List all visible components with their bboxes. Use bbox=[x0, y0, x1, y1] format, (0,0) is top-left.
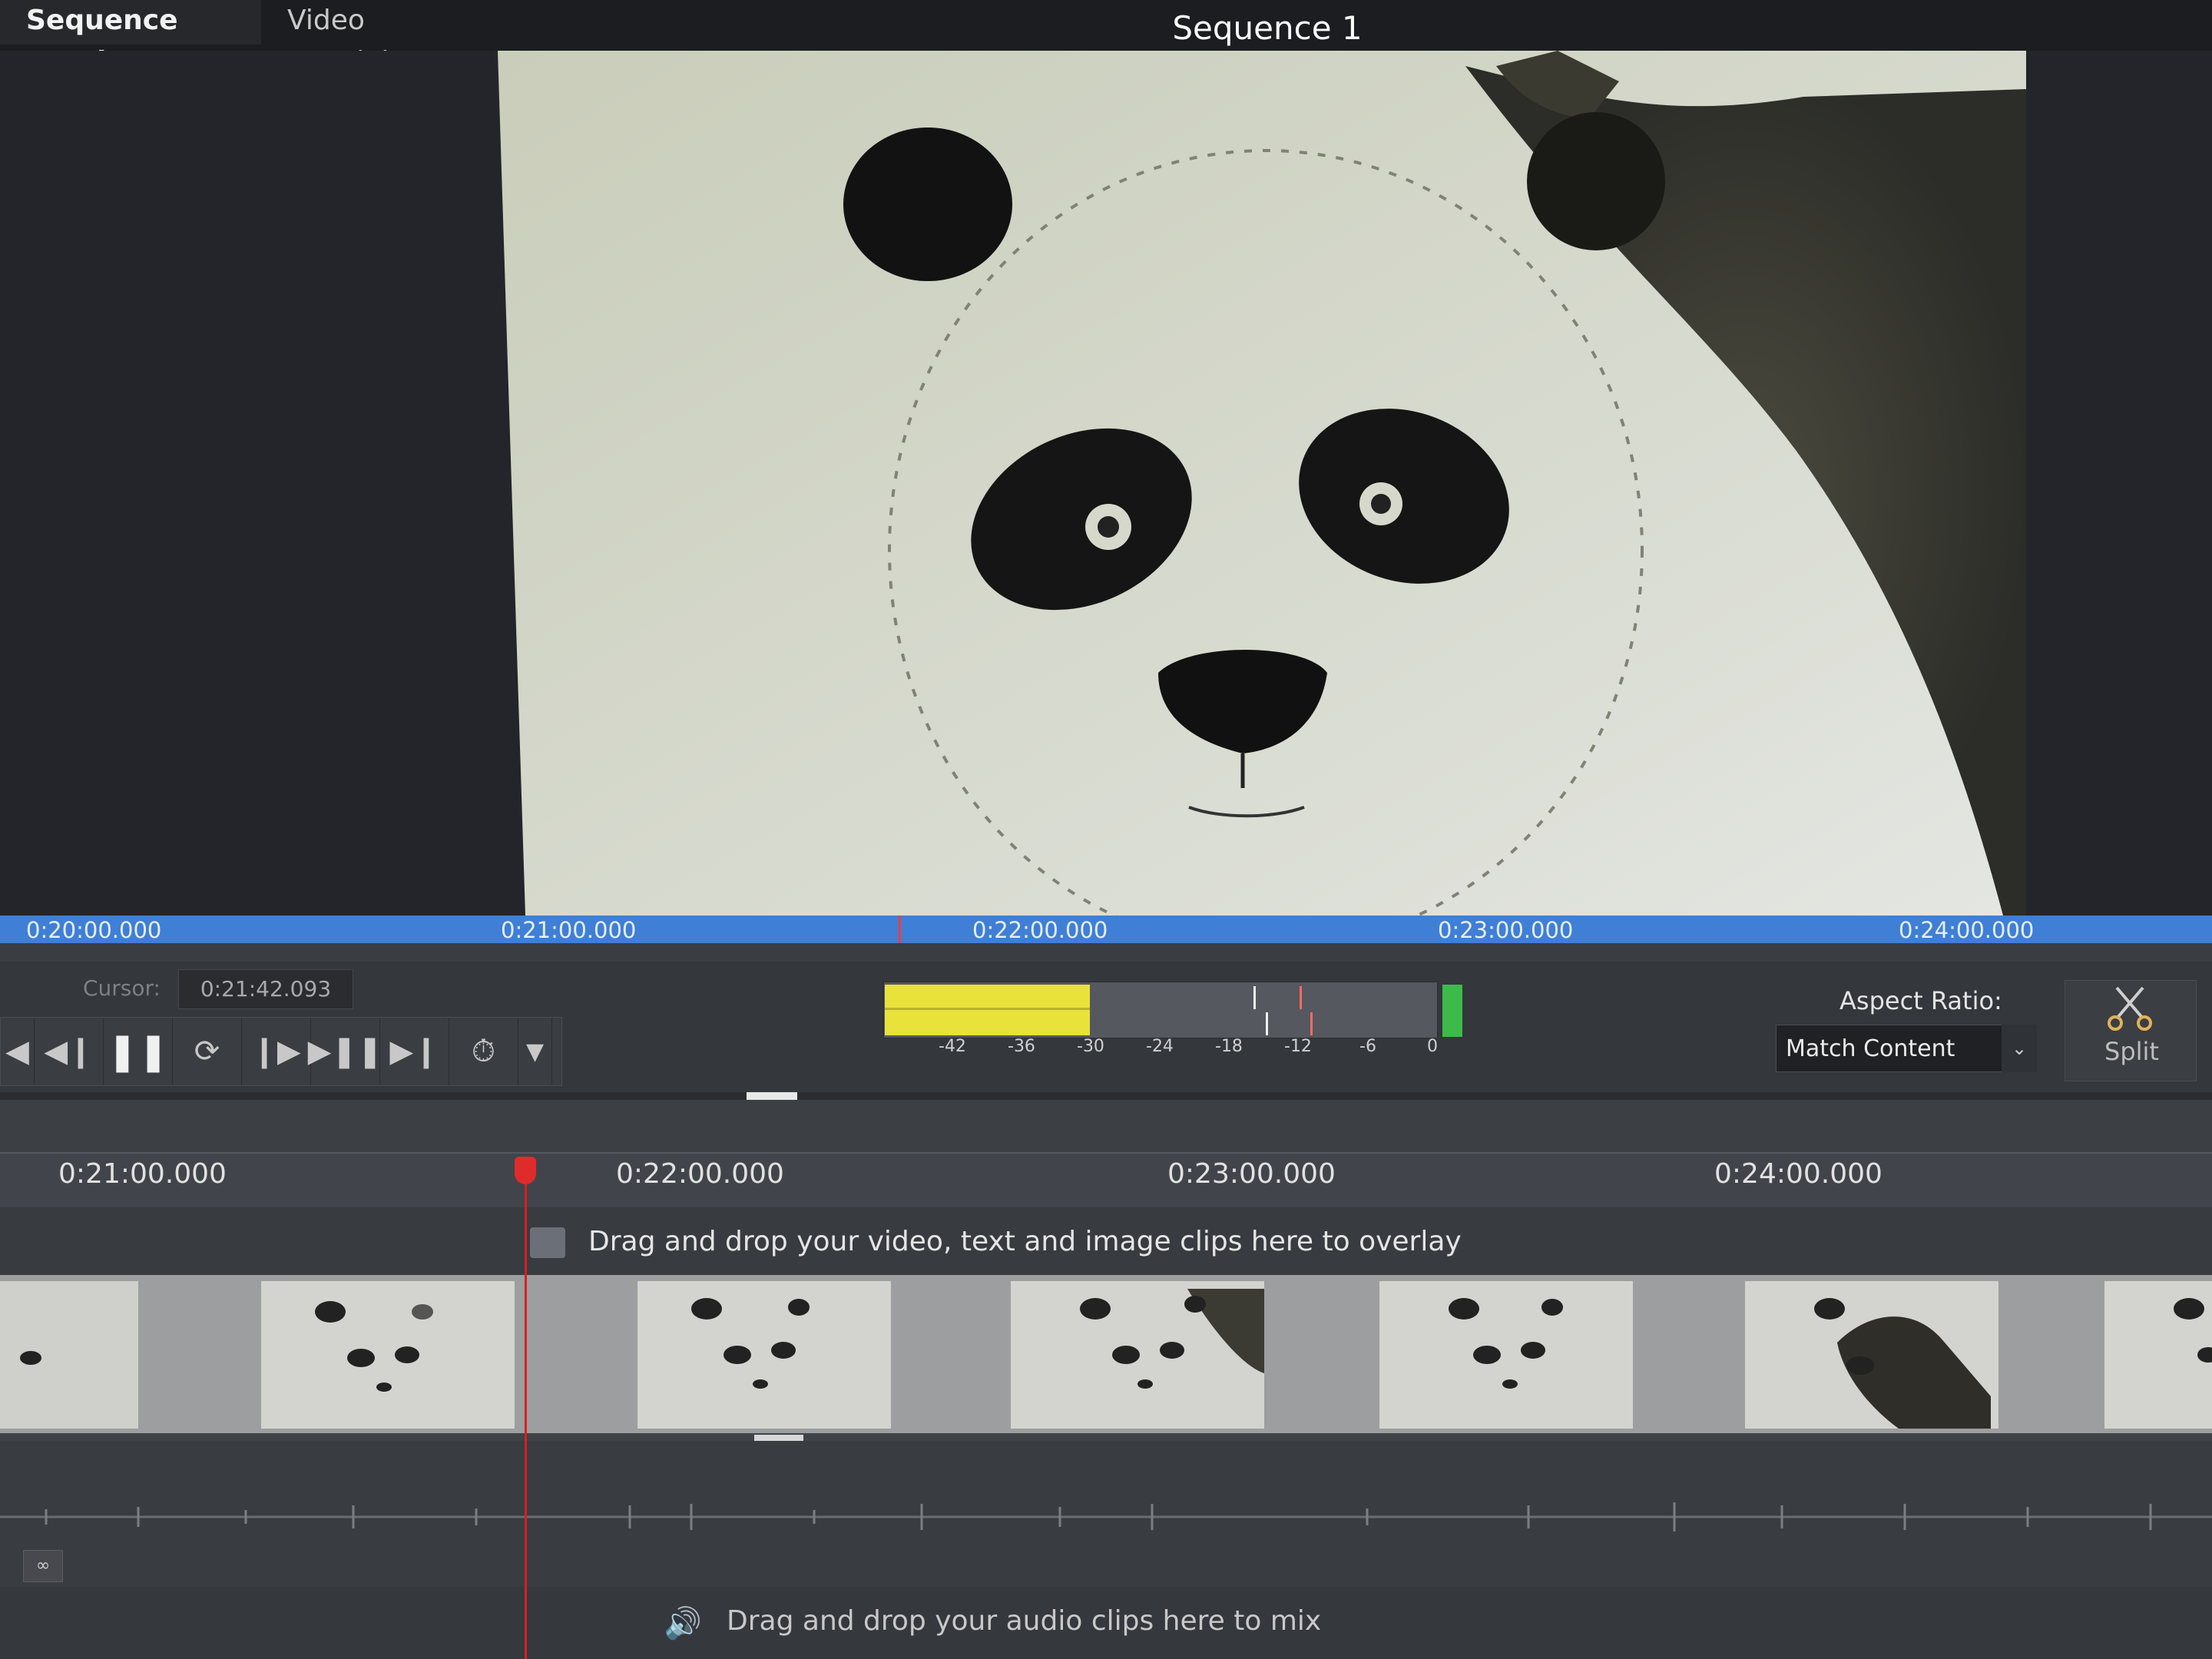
meter-label: -30 bbox=[1077, 1037, 1104, 1056]
video-thumbnail[interactable] bbox=[0, 1281, 138, 1429]
tab-video-tutorials[interactable]: Video Tutorials× bbox=[269, 0, 515, 78]
meter-peak-marker bbox=[1300, 986, 1302, 1009]
cursor-label: Cursor: bbox=[83, 975, 161, 1001]
meter-peak-marker bbox=[1253, 986, 1256, 1009]
step-back-icon[interactable]: ◀❙ bbox=[35, 1018, 104, 1085]
play-to-end-icon[interactable]: ▶❚❚ bbox=[308, 1018, 382, 1085]
timeline-ruler-label: 0:22:00.000 bbox=[616, 1158, 784, 1190]
video-thumbnail[interactable] bbox=[2104, 1281, 2212, 1429]
transport-controls: ◀ ◀❙ ❚❚ ⟳ ❙▶ ▶❚❚ ▶❙ ⏱ ▼ bbox=[0, 1017, 562, 1086]
video-preview bbox=[498, 51, 2026, 916]
split-label: Split bbox=[2104, 1037, 2159, 1066]
image-icon bbox=[530, 1227, 565, 1258]
video-thumbnail[interactable] bbox=[637, 1281, 891, 1429]
dropdown-icon[interactable]: ▼ bbox=[518, 1018, 552, 1085]
meter-label: 0 bbox=[1427, 1037, 1438, 1056]
panel-resize-handle[interactable] bbox=[747, 1092, 797, 1100]
ruler-label: 0:24:00.000 bbox=[1899, 917, 2035, 943]
tab-sequence-preview[interactable]: Sequence Preview bbox=[0, 0, 261, 78]
chevron-down-icon[interactable]: ⌄ bbox=[2002, 1025, 2037, 1072]
audio-waveform bbox=[0, 1502, 2212, 1532]
video-thumbnail[interactable] bbox=[261, 1281, 515, 1429]
sequence-title: Sequence 1 bbox=[1172, 9, 1363, 47]
link-icon[interactable]: ∞ bbox=[23, 1550, 63, 1582]
meter-divider bbox=[885, 1008, 1091, 1010]
meter-clip-indicator bbox=[1442, 985, 1462, 1037]
skip-end-icon[interactable]: ▶❙ bbox=[380, 1018, 449, 1085]
timeline-ruler-label: 0:24:00.000 bbox=[1714, 1158, 1883, 1190]
ruler-scrollbar[interactable] bbox=[0, 943, 2212, 962]
playhead-handle[interactable] bbox=[515, 1157, 536, 1184]
pause-icon[interactable]: ❚❚ bbox=[104, 1018, 173, 1085]
step-forward-icon[interactable]: ❙▶ bbox=[242, 1018, 311, 1085]
track-resize-handle[interactable] bbox=[754, 1435, 803, 1441]
audio-track-hint: Drag and drop your audio clips here to m… bbox=[727, 1605, 1322, 1637]
timeline-ruler-label: 0:23:00.000 bbox=[1167, 1158, 1336, 1190]
meter-label: -42 bbox=[939, 1037, 966, 1056]
skip-back-icon[interactable]: ◀ bbox=[1, 1018, 35, 1085]
aspect-ratio-select[interactable]: Match Content bbox=[1776, 1025, 2037, 1072]
video-thumbnail[interactable] bbox=[1745, 1281, 1998, 1429]
track-divider bbox=[0, 1433, 2212, 1441]
speed-icon[interactable]: ⏱ bbox=[449, 1018, 518, 1085]
aspect-ratio-label: Aspect Ratio: bbox=[1839, 986, 2002, 1015]
overlay-track-hint: Drag and drop your video, text and image… bbox=[588, 1226, 1462, 1257]
playhead-line bbox=[525, 1183, 527, 1659]
cursor-time-field[interactable]: 0:21:42.093 bbox=[178, 969, 353, 1009]
ruler-label: 0:20:00.000 bbox=[26, 917, 162, 943]
meter-label: -36 bbox=[1008, 1037, 1035, 1056]
meter-label: -12 bbox=[1284, 1037, 1312, 1056]
timeline-header bbox=[0, 1100, 2212, 1152]
video-thumbnail[interactable] bbox=[1011, 1281, 1264, 1429]
timeline-ruler-label: 0:21:00.000 bbox=[58, 1158, 227, 1190]
meter-level-bar bbox=[885, 985, 1091, 1035]
scissors-icon bbox=[2108, 986, 2152, 1031]
loop-icon[interactable]: ⟳ bbox=[173, 1018, 242, 1085]
ruler-label: 0:22:00.000 bbox=[972, 917, 1108, 943]
ruler-label: 0:21:00.000 bbox=[501, 917, 637, 943]
meter-label: -18 bbox=[1215, 1037, 1243, 1056]
meter-label: -24 bbox=[1146, 1037, 1174, 1056]
video-thumbnail[interactable] bbox=[1379, 1281, 1633, 1429]
meter-peak-marker bbox=[1310, 1012, 1313, 1035]
speaker-icon: 🔊 bbox=[664, 1606, 702, 1641]
meter-peak-marker bbox=[1266, 1012, 1268, 1035]
ruler-label: 0:23:00.000 bbox=[1438, 917, 1574, 943]
meter-label: -6 bbox=[1359, 1037, 1376, 1056]
